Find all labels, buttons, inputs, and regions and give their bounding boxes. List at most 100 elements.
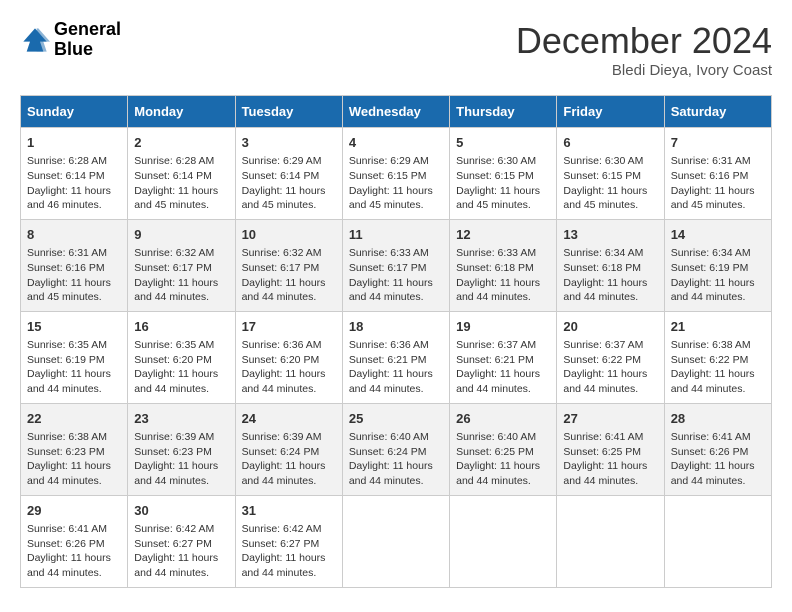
- day-number: 21: [671, 318, 765, 336]
- calendar-cell: 12 Sunrise: 6:33 AM Sunset: 6:18 PM Dayli…: [450, 219, 557, 311]
- logo-icon: [20, 25, 50, 55]
- day-number: 29: [27, 502, 121, 520]
- calendar-cell: 10 Sunrise: 6:32 AM Sunset: 6:17 PM Dayli…: [235, 219, 342, 311]
- day-number: 27: [563, 410, 657, 428]
- calendar-cell: 26 Sunrise: 6:40 AM Sunset: 6:25 PM Dayli…: [450, 403, 557, 495]
- calendar-cell: [342, 495, 449, 587]
- header-cell-friday: Friday: [557, 96, 664, 128]
- calendar-cell: 24 Sunrise: 6:39 AM Sunset: 6:24 PM Dayli…: [235, 403, 342, 495]
- day-number: 26: [456, 410, 550, 428]
- calendar-week-row: 22 Sunrise: 6:38 AM Sunset: 6:23 PM Dayli…: [21, 403, 772, 495]
- day-info: Sunrise: 6:37 AM Sunset: 6:22 PM Dayligh…: [563, 338, 657, 397]
- day-info: Sunrise: 6:29 AM Sunset: 6:15 PM Dayligh…: [349, 154, 443, 213]
- calendar-cell: 25 Sunrise: 6:40 AM Sunset: 6:24 PM Dayli…: [342, 403, 449, 495]
- day-number: 8: [27, 226, 121, 244]
- calendar-cell: 22 Sunrise: 6:38 AM Sunset: 6:23 PM Dayli…: [21, 403, 128, 495]
- calendar-table: SundayMondayTuesdayWednesdayThursdayFrid…: [20, 95, 772, 588]
- day-number: 19: [456, 318, 550, 336]
- header-cell-wednesday: Wednesday: [342, 96, 449, 128]
- day-info: Sunrise: 6:28 AM Sunset: 6:14 PM Dayligh…: [134, 154, 228, 213]
- calendar-cell: 19 Sunrise: 6:37 AM Sunset: 6:21 PM Dayli…: [450, 311, 557, 403]
- day-number: 6: [563, 134, 657, 152]
- calendar-cell: [557, 495, 664, 587]
- day-info: Sunrise: 6:33 AM Sunset: 6:18 PM Dayligh…: [456, 246, 550, 305]
- day-info: Sunrise: 6:34 AM Sunset: 6:18 PM Dayligh…: [563, 246, 657, 305]
- day-info: Sunrise: 6:39 AM Sunset: 6:23 PM Dayligh…: [134, 430, 228, 489]
- calendar-cell: 11Sunrise: 6:33 AM Sunset: 6:17 PM Dayli…: [342, 219, 449, 311]
- logo-line1: General: [54, 20, 121, 40]
- day-number: 12: [456, 226, 550, 244]
- calendar-cell: 30 Sunrise: 6:42 AM Sunset: 6:27 PM Dayli…: [128, 495, 235, 587]
- day-number: 22: [27, 410, 121, 428]
- calendar-cell: 7Sunrise: 6:31 AM Sunset: 6:16 PM Daylig…: [664, 128, 771, 220]
- day-number: 3: [242, 134, 336, 152]
- calendar-cell: 20 Sunrise: 6:37 AM Sunset: 6:22 PM Dayli…: [557, 311, 664, 403]
- calendar-cell: 29 Sunrise: 6:41 AM Sunset: 6:26 PM Dayli…: [21, 495, 128, 587]
- day-info: Sunrise: 6:32 AM Sunset: 6:17 PM Dayligh…: [242, 246, 336, 305]
- calendar-week-row: 1 Sunrise: 6:28 AM Sunset: 6:14 PM Daylig…: [21, 128, 772, 220]
- day-number: 17: [242, 318, 336, 336]
- calendar-cell: 21 Sunrise: 6:38 AM Sunset: 6:22 PM Dayli…: [664, 311, 771, 403]
- header-cell-thursday: Thursday: [450, 96, 557, 128]
- day-info: Sunrise: 6:41 AM Sunset: 6:26 PM Dayligh…: [671, 430, 765, 489]
- day-number: 20: [563, 318, 657, 336]
- calendar-header-row: SundayMondayTuesdayWednesdayThursdayFrid…: [21, 96, 772, 128]
- day-info: Sunrise: 6:40 AM Sunset: 6:25 PM Dayligh…: [456, 430, 550, 489]
- calendar-body: 1 Sunrise: 6:28 AM Sunset: 6:14 PM Daylig…: [21, 128, 772, 588]
- page-header: General Blue December 2024 Bledi Dieya, …: [20, 20, 772, 79]
- calendar-cell: [664, 495, 771, 587]
- day-number: 30: [134, 502, 228, 520]
- day-info: Sunrise: 6:36 AM Sunset: 6:20 PM Dayligh…: [242, 338, 336, 397]
- calendar-cell: 14Sunrise: 6:34 AM Sunset: 6:19 PM Dayli…: [664, 219, 771, 311]
- calendar-cell: 4Sunrise: 6:29 AM Sunset: 6:15 PM Daylig…: [342, 128, 449, 220]
- calendar-cell: 17 Sunrise: 6:36 AM Sunset: 6:20 PM Dayli…: [235, 311, 342, 403]
- day-number: 15: [27, 318, 121, 336]
- calendar-cell: 16Sunrise: 6:35 AM Sunset: 6:20 PM Dayli…: [128, 311, 235, 403]
- day-number: 1: [27, 134, 121, 152]
- day-number: 13: [563, 226, 657, 244]
- day-number: 10: [242, 226, 336, 244]
- day-info: Sunrise: 6:41 AM Sunset: 6:26 PM Dayligh…: [27, 522, 121, 581]
- day-number: 14: [671, 226, 765, 244]
- day-info: Sunrise: 6:38 AM Sunset: 6:23 PM Dayligh…: [27, 430, 121, 489]
- day-number: 18: [349, 318, 443, 336]
- day-info: Sunrise: 6:31 AM Sunset: 6:16 PM Dayligh…: [27, 246, 121, 305]
- day-info: Sunrise: 6:37 AM Sunset: 6:21 PM Dayligh…: [456, 338, 550, 397]
- calendar-cell: 13 Sunrise: 6:34 AM Sunset: 6:18 PM Dayli…: [557, 219, 664, 311]
- day-info: Sunrise: 6:38 AM Sunset: 6:22 PM Dayligh…: [671, 338, 765, 397]
- day-info: Sunrise: 6:42 AM Sunset: 6:27 PM Dayligh…: [134, 522, 228, 581]
- day-number: 2: [134, 134, 228, 152]
- title-block: December 2024 Bledi Dieya, Ivory Coast: [516, 20, 772, 79]
- calendar-week-row: 8 Sunrise: 6:31 AM Sunset: 6:16 PM Daylig…: [21, 219, 772, 311]
- calendar-cell: 23Sunrise: 6:39 AM Sunset: 6:23 PM Dayli…: [128, 403, 235, 495]
- day-info: Sunrise: 6:29 AM Sunset: 6:14 PM Dayligh…: [242, 154, 336, 213]
- day-info: Sunrise: 6:40 AM Sunset: 6:24 PM Dayligh…: [349, 430, 443, 489]
- day-number: 11: [349, 226, 443, 244]
- calendar-week-row: 15 Sunrise: 6:35 AM Sunset: 6:19 PM Dayli…: [21, 311, 772, 403]
- calendar-cell: 6Sunrise: 6:30 AM Sunset: 6:15 PM Daylig…: [557, 128, 664, 220]
- location: Bledi Dieya, Ivory Coast: [516, 62, 772, 79]
- logo-line2: Blue: [54, 40, 121, 60]
- calendar-week-row: 29 Sunrise: 6:41 AM Sunset: 6:26 PM Dayli…: [21, 495, 772, 587]
- day-info: Sunrise: 6:39 AM Sunset: 6:24 PM Dayligh…: [242, 430, 336, 489]
- day-info: Sunrise: 6:41 AM Sunset: 6:25 PM Dayligh…: [563, 430, 657, 489]
- calendar-cell: [450, 495, 557, 587]
- day-number: 9: [134, 226, 228, 244]
- calendar-cell: 27 Sunrise: 6:41 AM Sunset: 6:25 PM Dayli…: [557, 403, 664, 495]
- calendar-cell: 9Sunrise: 6:32 AM Sunset: 6:17 PM Daylig…: [128, 219, 235, 311]
- day-info: Sunrise: 6:36 AM Sunset: 6:21 PM Dayligh…: [349, 338, 443, 397]
- calendar-cell: 3 Sunrise: 6:29 AM Sunset: 6:14 PM Daylig…: [235, 128, 342, 220]
- header-cell-saturday: Saturday: [664, 96, 771, 128]
- calendar-cell: 2 Sunrise: 6:28 AM Sunset: 6:14 PM Daylig…: [128, 128, 235, 220]
- day-info: Sunrise: 6:35 AM Sunset: 6:20 PM Dayligh…: [134, 338, 228, 397]
- calendar-cell: 31Sunrise: 6:42 AM Sunset: 6:27 PM Dayli…: [235, 495, 342, 587]
- header-cell-sunday: Sunday: [21, 96, 128, 128]
- day-number: 5: [456, 134, 550, 152]
- day-number: 25: [349, 410, 443, 428]
- month-title: December 2024: [516, 20, 772, 62]
- day-number: 24: [242, 410, 336, 428]
- day-number: 31: [242, 502, 336, 520]
- day-number: 28: [671, 410, 765, 428]
- day-info: Sunrise: 6:28 AM Sunset: 6:14 PM Dayligh…: [27, 154, 121, 213]
- day-info: Sunrise: 6:35 AM Sunset: 6:19 PM Dayligh…: [27, 338, 121, 397]
